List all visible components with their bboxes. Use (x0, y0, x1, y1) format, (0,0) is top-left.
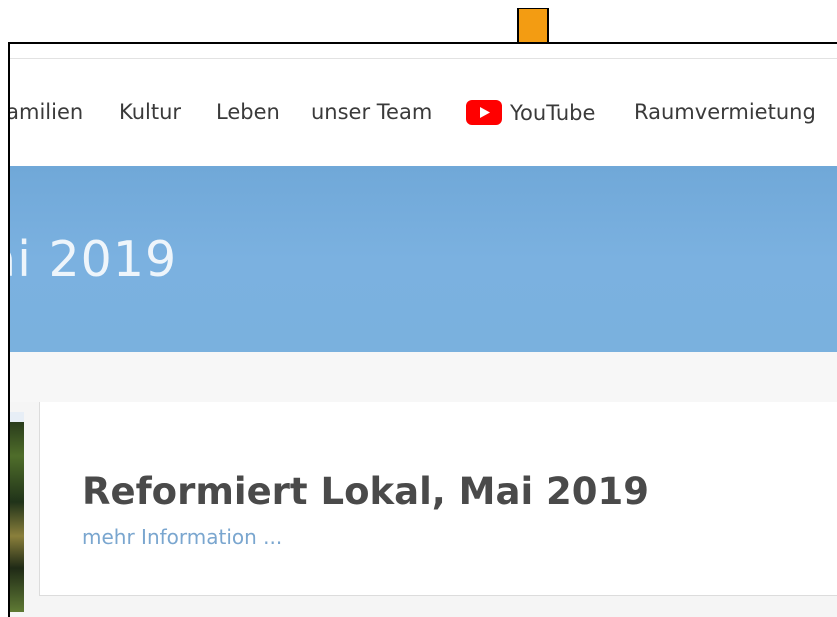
nav-item-unser-team[interactable]: unser Team (311, 100, 432, 124)
youtube-icon (466, 100, 502, 125)
nav-item-raumvermietung[interactable]: Raumvermietung (634, 100, 816, 124)
main-navigation: Familien Kultur Leben unser Team YouTube… (10, 59, 837, 167)
nav-item-familien[interactable]: Familien (10, 100, 83, 124)
content-area: Reformiert Lokal, Mai 2019 mehr Informat… (10, 402, 837, 617)
post-title[interactable]: Reformiert Lokal, Mai 2019 (82, 470, 649, 513)
screenshot-stage: Familien Kultur Leben unser Team YouTube… (0, 0, 837, 617)
nav-item-leben[interactable]: Leben (216, 100, 280, 124)
hero-banner: Mai 2019 (10, 166, 837, 352)
top-bar (10, 44, 837, 59)
hero-title: Mai 2019 (10, 231, 178, 288)
nav-item-kultur[interactable]: Kultur (119, 100, 181, 124)
nav-item-youtube[interactable]: YouTube (466, 100, 595, 125)
youtube-label: YouTube (510, 100, 596, 125)
more-information-link[interactable]: mehr Information ... (82, 525, 282, 549)
post-thumbnail[interactable] (10, 412, 24, 612)
breadcrumb-strip (10, 352, 837, 402)
browser-frame: Familien Kultur Leben unser Team YouTube… (8, 42, 837, 617)
thumbnail-top-edge (10, 412, 24, 422)
post-card: Reformiert Lokal, Mai 2019 mehr Informat… (39, 402, 837, 596)
